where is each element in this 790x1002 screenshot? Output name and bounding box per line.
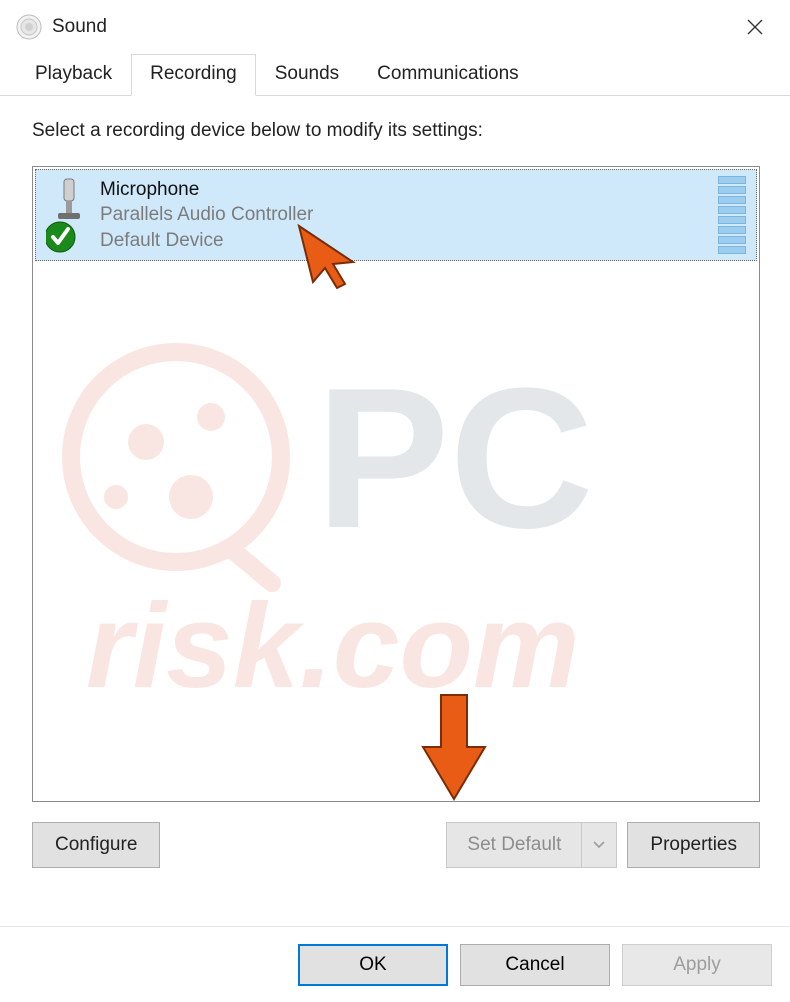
ok-button[interactable]: OK: [298, 944, 448, 986]
device-button-row: Configure Set Default Properties: [32, 822, 760, 868]
tab-sounds[interactable]: Sounds: [256, 54, 358, 96]
device-name: Microphone: [100, 177, 718, 203]
tab-playback[interactable]: Playback: [16, 54, 131, 96]
microphone-icon: [46, 177, 90, 253]
close-icon: [747, 19, 763, 35]
close-button[interactable]: [734, 11, 776, 43]
chevron-down-icon: [593, 841, 605, 849]
level-meter: [718, 176, 746, 254]
annotation-down-arrow-icon: [419, 691, 489, 808]
svg-text:PC: PC: [316, 347, 594, 570]
set-default-button: Set Default: [447, 823, 582, 867]
tabstrip: Playback Recording Sounds Communications: [0, 52, 790, 96]
svg-text:risk.com: risk.com: [86, 579, 580, 713]
device-list[interactable]: Microphone Parallels Audio Controller De…: [32, 166, 760, 802]
instruction-text: Select a recording device below to modif…: [32, 120, 760, 142]
titlebar: Sound: [0, 0, 790, 52]
dialog-button-row: OK Cancel Apply: [298, 944, 772, 986]
apply-button: Apply: [622, 944, 772, 986]
cancel-button[interactable]: Cancel: [460, 944, 610, 986]
watermark: PC risk.com: [43, 337, 749, 717]
tab-communications[interactable]: Communications: [358, 54, 538, 96]
divider: [0, 926, 790, 927]
set-default-split-button: Set Default: [446, 822, 617, 868]
properties-button[interactable]: Properties: [627, 822, 760, 868]
device-info: Microphone Parallels Audio Controller De…: [100, 177, 718, 254]
device-row-microphone[interactable]: Microphone Parallels Audio Controller De…: [35, 169, 757, 261]
tab-recording[interactable]: Recording: [131, 54, 256, 96]
device-status: Default Device: [100, 228, 718, 254]
tab-content: Select a recording device below to modif…: [0, 96, 790, 868]
speaker-icon: [16, 14, 42, 40]
configure-button[interactable]: Configure: [32, 822, 160, 868]
set-default-dropdown: [582, 823, 616, 867]
device-driver: Parallels Audio Controller: [100, 202, 718, 228]
window-title: Sound: [52, 16, 734, 38]
